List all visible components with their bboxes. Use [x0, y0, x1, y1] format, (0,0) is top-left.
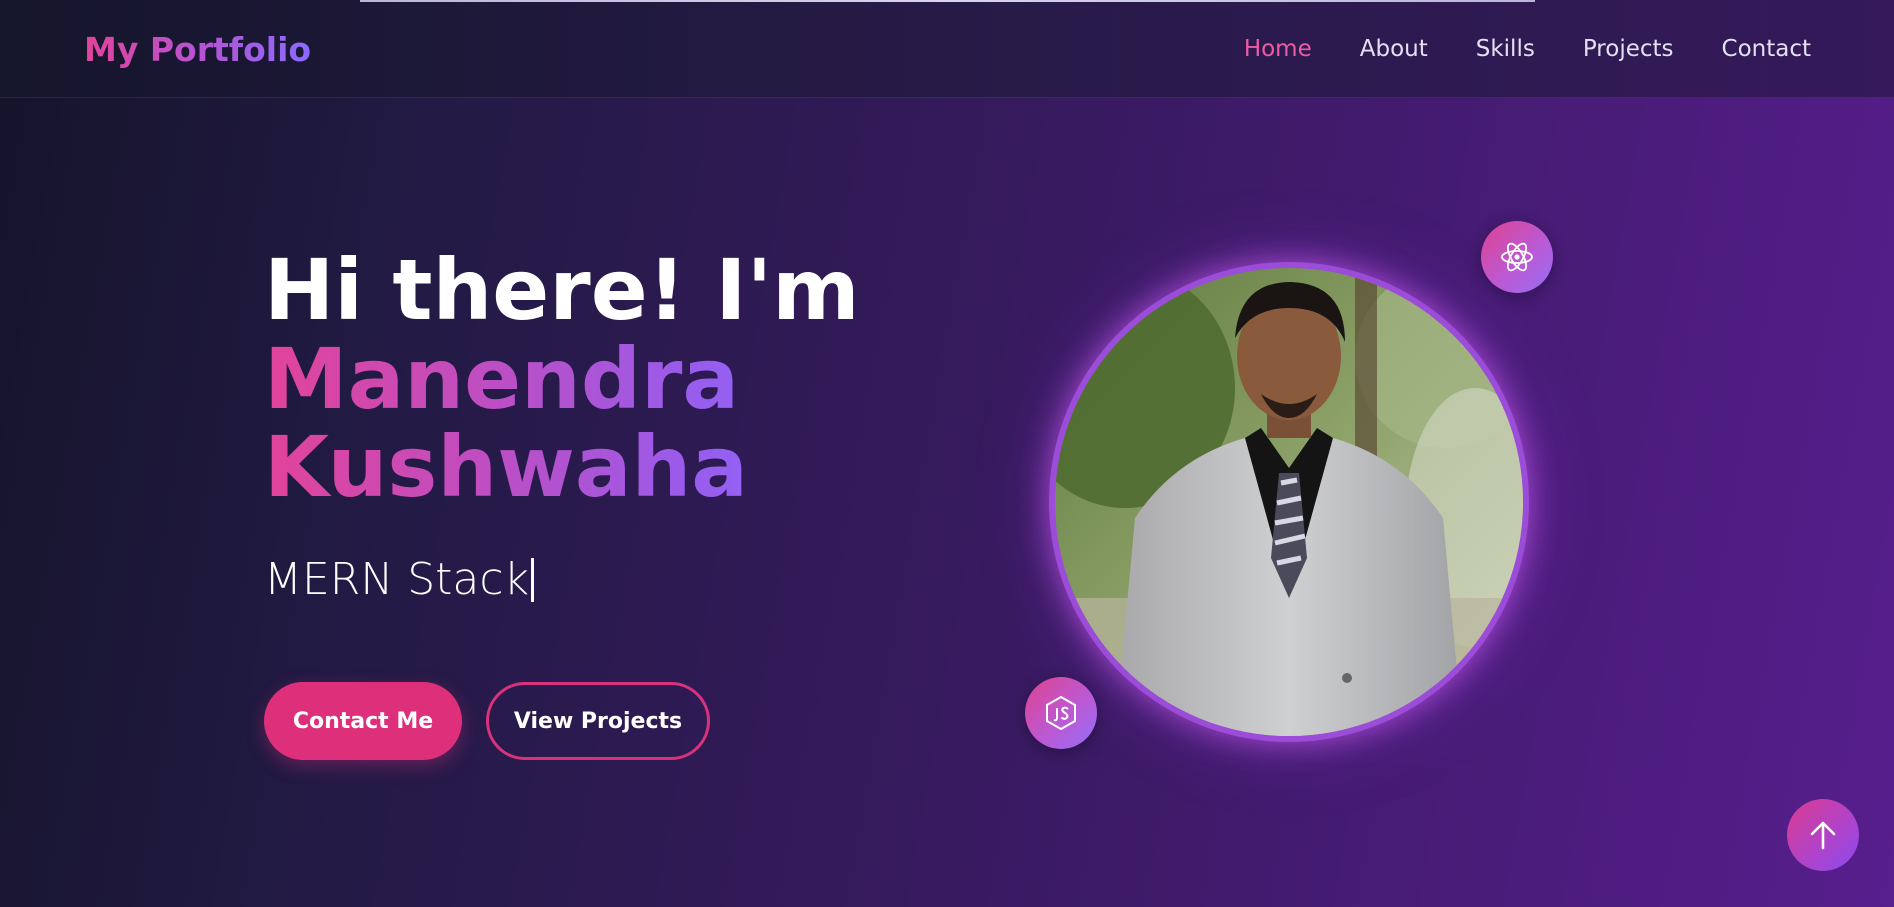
navbar: My Portfolio Home About Skills Projects …: [0, 0, 1894, 98]
profile-photo: [1055, 268, 1523, 736]
top-highlight-line: [360, 0, 1535, 2]
hero-first-name: Manendra: [264, 335, 964, 423]
scroll-to-top-button[interactable]: [1787, 799, 1859, 871]
typed-role-text: MERN Stack: [264, 554, 530, 605]
nodejs-badge: [1025, 677, 1097, 749]
arrow-up-icon: [1810, 821, 1836, 850]
react-icon: [1501, 242, 1533, 272]
typing-caret: [531, 558, 535, 602]
hero-intro: Hi there! I'm Manendra Kushwaha MERN Sta…: [264, 245, 964, 605]
hero-actions: Contact Me View Projects: [264, 682, 710, 760]
react-badge: [1481, 221, 1553, 293]
profile-photo-frame: [1049, 262, 1529, 742]
nav-contact[interactable]: Contact: [1722, 33, 1811, 65]
main-nav: Home About Skills Projects Contact: [1196, 33, 1811, 65]
site-logo[interactable]: My Portfolio: [84, 28, 311, 72]
typed-role: MERN Stack: [264, 555, 964, 605]
contact-me-button[interactable]: Contact Me: [264, 682, 462, 760]
nav-about[interactable]: About: [1360, 33, 1428, 65]
view-projects-button[interactable]: View Projects: [486, 682, 710, 760]
nav-projects[interactable]: Projects: [1583, 33, 1674, 65]
nav-home[interactable]: Home: [1244, 33, 1312, 65]
nodejs-icon: [1046, 695, 1076, 731]
nav-skills[interactable]: Skills: [1476, 33, 1535, 65]
hero-greeting: Hi there! I'm: [264, 241, 860, 339]
hero-last-name: Kushwaha: [264, 423, 964, 511]
